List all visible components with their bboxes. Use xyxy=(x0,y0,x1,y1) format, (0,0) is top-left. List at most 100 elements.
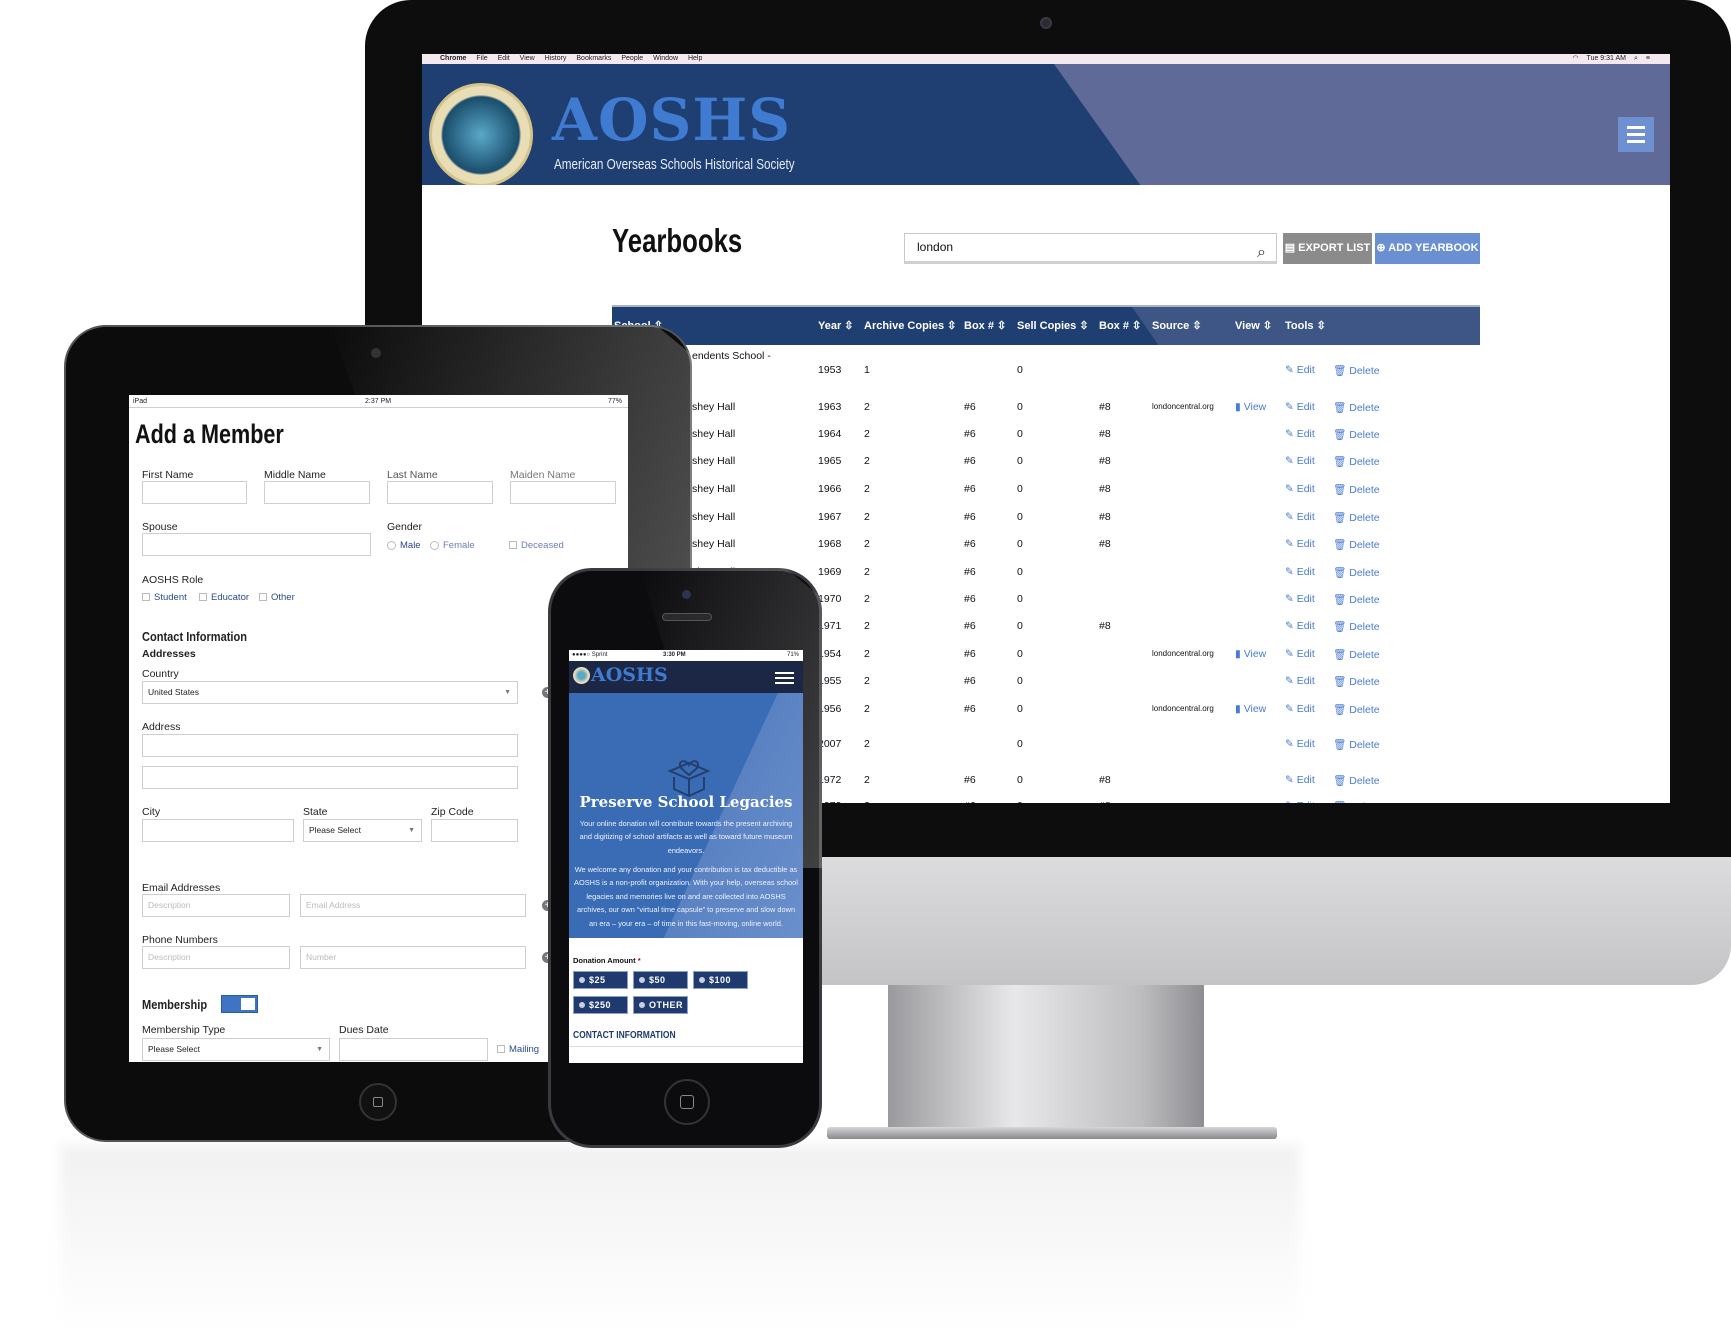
email-description-input[interactable]: Description xyxy=(142,894,290,917)
delete-link[interactable]: 🗑 Delete xyxy=(1333,364,1380,377)
phone-description-input[interactable]: Description xyxy=(142,946,290,969)
add-yearbook-button[interactable]: ⊕ ADD YEARBOOK xyxy=(1375,233,1480,264)
menu-item[interactable]: Chrome xyxy=(440,55,466,62)
delete-link[interactable]: 🗑 Delete xyxy=(1333,511,1380,524)
donate-50-radio[interactable]: $50 xyxy=(633,971,688,989)
delete-link[interactable]: 🗑 Delete xyxy=(1333,648,1380,661)
gender-female-radio[interactable]: Female xyxy=(430,540,475,551)
cell-sell-copies: 0 xyxy=(1017,703,1023,715)
country-select[interactable]: United States ▼ xyxy=(142,681,518,704)
aoshs-seal-logo[interactable] xyxy=(429,83,533,185)
delete-link[interactable]: 🗑 Delete xyxy=(1333,738,1380,751)
donate-250-radio[interactable]: $250 xyxy=(573,996,628,1014)
edit-link[interactable]: ✎ Edit xyxy=(1285,428,1315,440)
column-header-year[interactable]: Year ⇳ xyxy=(818,319,854,332)
deceased-checkbox[interactable]: Deceased xyxy=(509,540,564,551)
edit-link[interactable]: ✎ Edit xyxy=(1285,566,1315,578)
delete-link[interactable]: 🗑 Delete xyxy=(1333,703,1380,716)
brand-name[interactable]: AOSHS xyxy=(552,86,791,154)
delete-link[interactable]: 🗑 Delete xyxy=(1333,428,1380,441)
role-educator-checkbox[interactable]: Educator xyxy=(199,592,249,603)
delete-link[interactable]: 🗑 Delete xyxy=(1333,800,1380,803)
donate-25-radio[interactable]: $25 xyxy=(573,971,628,989)
edit-link[interactable]: ✎ Edit xyxy=(1285,401,1315,413)
view-pdf-link[interactable]: ▮ View xyxy=(1235,648,1266,660)
menu-item[interactable]: File xyxy=(476,55,487,62)
spouse-input[interactable] xyxy=(142,533,371,556)
donate-other-radio[interactable]: OTHER xyxy=(633,996,688,1014)
email-address-input[interactable]: Email Address xyxy=(300,894,526,917)
list-icon[interactable]: ≡ xyxy=(1646,55,1650,62)
delete-link[interactable]: 🗑 Delete xyxy=(1333,566,1380,579)
wifi-icon[interactable]: ◠ xyxy=(1572,55,1578,62)
column-header-archive-copies[interactable]: Archive Copies ⇳ xyxy=(864,319,956,332)
menu-item[interactable]: Window xyxy=(653,55,678,62)
menu-item[interactable]: Help xyxy=(688,55,702,62)
edit-link[interactable]: ✎ Edit xyxy=(1285,511,1315,523)
donate-100-radio[interactable]: $100 xyxy=(693,971,748,989)
edit-link[interactable]: ✎ Edit xyxy=(1285,738,1315,750)
column-header-box[interactable]: Box # ⇳ xyxy=(964,319,1006,332)
column-header-tools[interactable]: Tools ⇳ xyxy=(1285,319,1326,332)
edit-link[interactable]: ✎ Edit xyxy=(1285,774,1315,786)
middle-name-input[interactable] xyxy=(264,481,370,504)
column-header-sell-copies[interactable]: Sell Copies ⇳ xyxy=(1017,319,1089,332)
spotlight-icon[interactable]: ⌕ xyxy=(1634,55,1638,62)
edit-link[interactable]: ✎ Edit xyxy=(1285,648,1315,660)
city-input[interactable] xyxy=(142,819,294,842)
edit-link[interactable]: ✎ Edit xyxy=(1285,538,1315,550)
export-list-button[interactable]: ▤ EXPORT LIST xyxy=(1283,233,1372,264)
menu-item[interactable]: People xyxy=(621,55,643,62)
edit-link[interactable]: ✎ Edit xyxy=(1285,483,1315,495)
delete-link[interactable]: 🗑 Delete xyxy=(1333,774,1380,787)
maiden-name-input[interactable] xyxy=(510,481,616,504)
delete-link[interactable]: 🗑 Delete xyxy=(1333,620,1380,633)
delete-link[interactable]: 🗑 Delete xyxy=(1333,675,1380,688)
hamburger-menu-button[interactable] xyxy=(1618,117,1654,152)
edit-link[interactable]: ✎ Edit xyxy=(1285,455,1315,467)
menu-item[interactable]: View xyxy=(520,55,535,62)
hamburger-menu-button[interactable] xyxy=(775,672,794,684)
search-input[interactable]: london ⌕ xyxy=(904,233,1277,264)
edit-link[interactable]: ✎ Edit xyxy=(1285,593,1315,605)
gender-male-radio[interactable]: Male xyxy=(387,540,421,551)
column-header-box[interactable]: Box # ⇳ xyxy=(1099,319,1141,332)
dues-date-input[interactable] xyxy=(339,1038,488,1061)
delete-link[interactable]: 🗑 Delete xyxy=(1333,593,1380,606)
aoshs-seal-logo[interactable] xyxy=(573,667,590,684)
column-header-view[interactable]: View ⇳ xyxy=(1235,319,1272,332)
edit-link[interactable]: ✎ Edit xyxy=(1285,364,1315,376)
last-name-input[interactable] xyxy=(387,481,493,504)
edit-link[interactable]: ✎ Edit xyxy=(1285,620,1315,632)
column-header-source[interactable]: Source ⇳ xyxy=(1152,319,1202,332)
delete-link[interactable]: 🗑 Delete xyxy=(1333,538,1380,551)
clock[interactable]: Tue 9:31 AM xyxy=(1587,55,1626,62)
delete-link[interactable]: 🗑 Delete xyxy=(1333,483,1380,496)
view-pdf-link[interactable]: ▮ View xyxy=(1235,703,1266,715)
mailing-checkbox[interactable]: Mailing xyxy=(497,1044,539,1055)
membership-toggle[interactable] xyxy=(221,995,258,1013)
cell-source: londoncentral.org xyxy=(1152,402,1214,411)
menu-item[interactable]: Bookmarks xyxy=(576,55,611,62)
membership-type-select[interactable]: Please Select ▼ xyxy=(142,1038,330,1061)
delete-link[interactable]: 🗑 Delete xyxy=(1333,401,1380,414)
view-pdf-link[interactable]: ▮ View xyxy=(1235,401,1266,413)
phone-number-input[interactable]: Number xyxy=(300,946,526,969)
address-line2-input[interactable] xyxy=(142,766,518,789)
role-student-checkbox[interactable]: Student xyxy=(142,592,187,603)
delete-link[interactable]: 🗑 Delete xyxy=(1333,455,1380,468)
tablet-home-button[interactable] xyxy=(359,1083,397,1121)
search-icon[interactable]: ⌕ xyxy=(1257,239,1266,266)
edit-link[interactable]: ✎ Edit xyxy=(1285,703,1315,715)
menu-item[interactable]: History xyxy=(545,55,567,62)
phone-home-button[interactable] xyxy=(664,1079,710,1125)
zip-input[interactable] xyxy=(431,819,518,842)
brand-name[interactable]: AOSHS xyxy=(591,664,668,686)
menu-item[interactable]: Edit xyxy=(498,55,510,62)
role-other-checkbox[interactable]: Other xyxy=(259,592,295,603)
first-name-input[interactable] xyxy=(142,481,247,504)
state-select[interactable]: Please Select ▼ xyxy=(303,819,422,842)
edit-link[interactable]: ✎ Edit xyxy=(1285,800,1315,803)
edit-link[interactable]: ✎ Edit xyxy=(1285,675,1315,687)
address-line1-input[interactable] xyxy=(142,734,518,757)
